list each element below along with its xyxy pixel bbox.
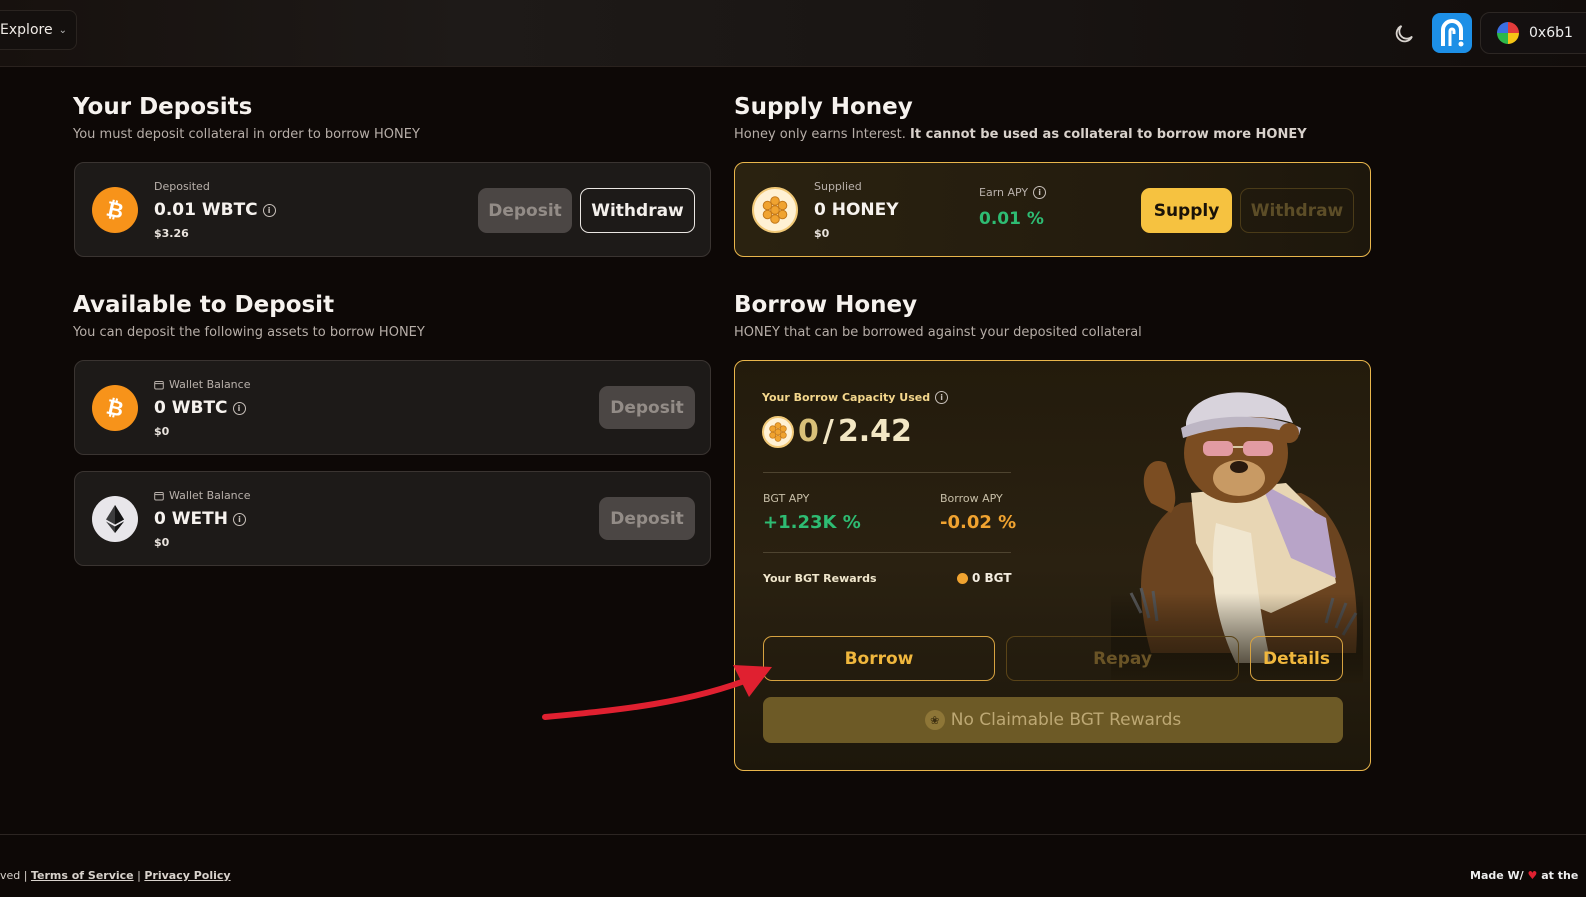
borrow-capacity-value: 0 / 2.42 xyxy=(762,414,912,449)
divider xyxy=(763,472,1011,473)
available-card-weth: Wallet Balance 0 WETH i $0 Deposit xyxy=(74,471,711,566)
supply-subtitle: Honey only earns Interest. It cannot be … xyxy=(734,127,1307,142)
top-bar: Explore ⌄ 0x6b1 xyxy=(0,0,1586,67)
info-icon[interactable]: i xyxy=(232,512,246,526)
explore-menu-button[interactable]: Explore ⌄ xyxy=(0,10,77,50)
bgt-apy-value: +1.23K % xyxy=(763,512,861,533)
footer-credit: Made W/ ♥ at the xyxy=(1470,869,1578,882)
svg-text:₿: ₿ xyxy=(104,395,126,421)
deposit-button[interactable]: Deposit xyxy=(478,188,572,233)
capacity-slash: / xyxy=(822,414,834,449)
borrow-subtitle: HONEY that can be borrowed against your … xyxy=(734,325,1142,340)
footer-divider xyxy=(0,834,1586,835)
honey-icon xyxy=(752,187,798,233)
bgt-apy-label: BGT APY xyxy=(763,492,810,505)
wallet-balance-label: Wallet Balance xyxy=(154,378,250,391)
capacity-total: 2.42 xyxy=(837,414,912,449)
borrow-apy-label: Borrow APY xyxy=(940,492,1003,505)
heart-icon: ♥ xyxy=(1527,869,1538,882)
bgt-rewards-value: 0 BGT xyxy=(957,571,1012,585)
supply-card: Supplied 0 HONEY $0 Earn APY i 0.01 % Su… xyxy=(734,162,1371,257)
info-icon[interactable]: i xyxy=(1033,186,1047,199)
wallet-address: 0x6b1 xyxy=(1529,25,1573,41)
bitcoin-icon: ₿ xyxy=(92,187,138,233)
weth-usd: $0 xyxy=(154,536,170,549)
weth-balance-text: 0 WETH xyxy=(154,509,228,529)
wbtc-balance-text: 0 WBTC xyxy=(154,398,228,418)
wbtc-balance: 0 WBTC i xyxy=(154,398,246,418)
borrow-button[interactable]: Borrow xyxy=(763,636,995,681)
moon-icon[interactable] xyxy=(1392,22,1416,46)
wallet-icon xyxy=(154,491,164,500)
chevron-down-icon: ⌄ xyxy=(58,24,67,36)
wallet-balance-text: Wallet Balance xyxy=(169,378,251,391)
privacy-link[interactable]: Privacy Policy xyxy=(144,869,230,882)
supplied-usd: $0 xyxy=(814,227,830,240)
borrow-capacity-label-text: Your Borrow Capacity Used xyxy=(762,391,931,404)
bgt-rewards-label: Your BGT Rewards xyxy=(763,572,877,585)
deposit-weth-button[interactable]: Deposit xyxy=(599,497,695,540)
capacity-used: 0 xyxy=(798,414,819,449)
supply-title: Supply Honey xyxy=(734,94,913,120)
borrow-card: Your Borrow Capacity Used i 0 / 2.42 BGT… xyxy=(734,360,1371,771)
deposits-title: Your Deposits xyxy=(73,94,253,120)
earn-apy-value: 0.01 % xyxy=(979,209,1044,229)
supply-button[interactable]: Supply xyxy=(1141,188,1232,233)
footer-credit-text: Made W/ xyxy=(1470,869,1524,882)
supplied-label: Supplied xyxy=(814,180,862,193)
wallet-avatar xyxy=(1497,22,1519,44)
bgt-token-icon: ❀ xyxy=(924,710,945,730)
claim-rewards-button[interactable]: ❀ No Claimable BGT Rewards xyxy=(763,697,1343,743)
wallet-button[interactable]: 0x6b1 xyxy=(1480,12,1586,54)
honey-icon xyxy=(762,415,794,448)
wallet-icon xyxy=(154,380,164,389)
info-icon[interactable]: i xyxy=(935,391,949,404)
borrow-title: Borrow Honey xyxy=(734,292,918,318)
deposited-amount: 0.01 WBTC i xyxy=(154,200,276,220)
deposit-wbtc-button[interactable]: Deposit xyxy=(599,386,695,429)
bgt-rewards-value-text: 0 BGT xyxy=(972,571,1012,585)
info-icon[interactable]: i xyxy=(262,203,276,217)
borrow-apy-value: -0.02 % xyxy=(940,512,1017,533)
deposits-subtitle: You must deposit collateral in order to … xyxy=(73,127,420,142)
svg-text:₿: ₿ xyxy=(104,197,126,223)
wbtc-usd: $0 xyxy=(154,425,170,438)
deposited-usd: $3.26 xyxy=(154,227,189,240)
wallet-balance-text: Wallet Balance xyxy=(169,489,251,502)
available-title: Available to Deposit xyxy=(73,292,335,318)
available-subtitle: You can deposit the following assets to … xyxy=(73,325,425,340)
footer-links: ved | Terms of Service | Privacy Policy xyxy=(0,869,231,882)
explore-label: Explore xyxy=(0,22,53,38)
ethereum-icon xyxy=(92,496,138,542)
footer-separator: | xyxy=(137,869,141,882)
earn-apy-label-text: Earn APY xyxy=(979,186,1029,199)
divider xyxy=(763,552,1011,553)
deposit-card-wbtc: ₿ Deposited 0.01 WBTC i $3.26 Deposit Wi… xyxy=(74,162,711,257)
deposited-amount-text: 0.01 WBTC xyxy=(154,200,258,220)
red-arrow-annotation xyxy=(542,665,772,720)
terms-link[interactable]: Terms of Service xyxy=(31,869,134,882)
claim-rewards-label: No Claimable BGT Rewards xyxy=(950,710,1182,730)
repay-button[interactable]: Repay xyxy=(1006,636,1239,681)
supplied-amount: 0 HONEY xyxy=(814,200,899,220)
footer-prefix: ved | xyxy=(0,869,28,882)
supply-subtitle-bold: It cannot be used as collateral to borro… xyxy=(910,127,1307,142)
bgt-token-icon xyxy=(957,572,968,584)
app-logo-icon[interactable] xyxy=(1432,13,1472,53)
earn-apy-label: Earn APY i xyxy=(979,186,1047,199)
supply-withdraw-button[interactable]: Withdraw xyxy=(1240,188,1354,233)
details-button[interactable]: Details xyxy=(1250,636,1343,681)
supply-subtitle-plain: Honey only earns Interest. xyxy=(734,127,906,142)
info-icon[interactable]: i xyxy=(232,401,246,415)
deposited-label: Deposited xyxy=(154,180,210,193)
weth-balance: 0 WETH i xyxy=(154,509,246,529)
bitcoin-icon: ₿ xyxy=(92,385,138,431)
withdraw-button[interactable]: Withdraw xyxy=(580,188,695,233)
wallet-balance-label: Wallet Balance xyxy=(154,489,250,502)
available-card-wbtc: ₿ Wallet Balance 0 WBTC i $0 Deposit xyxy=(74,360,711,455)
footer-credit-suffix: at the xyxy=(1541,869,1579,882)
borrow-capacity-label: Your Borrow Capacity Used i xyxy=(762,391,949,404)
